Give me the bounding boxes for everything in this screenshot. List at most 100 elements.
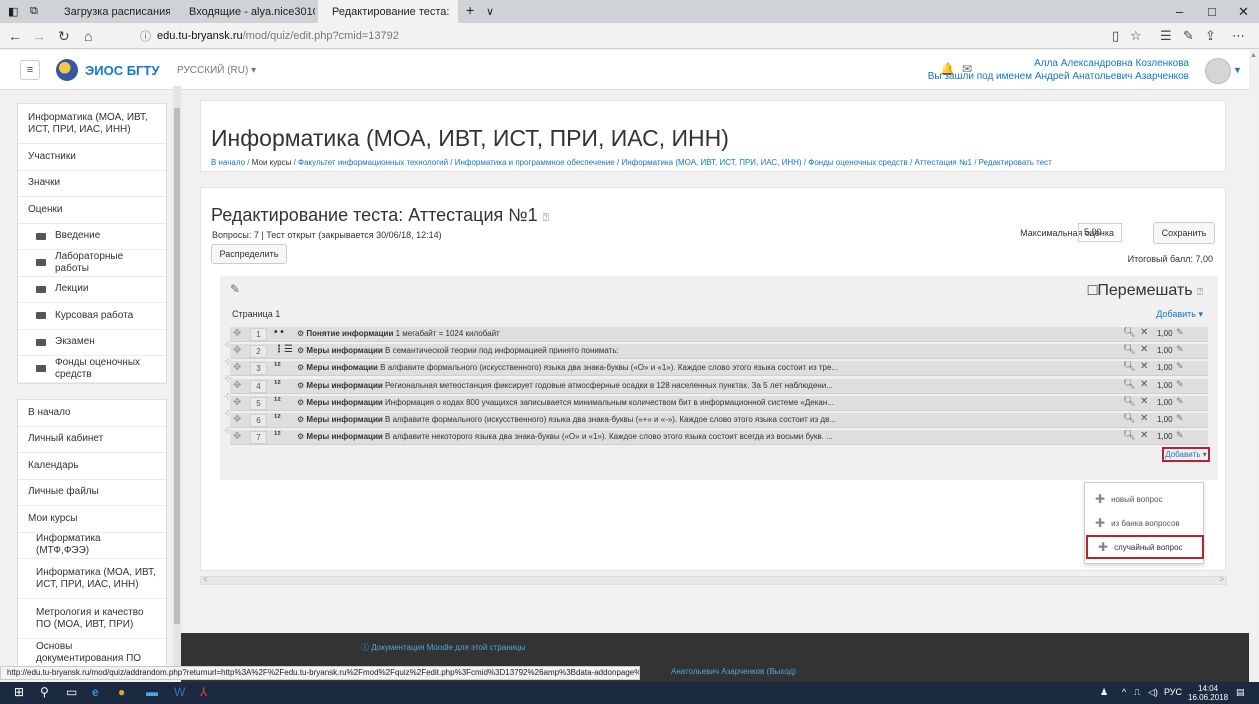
- help-icon[interactable]: ⍰: [543, 212, 550, 224]
- minimize-button[interactable]: –: [1176, 4, 1183, 19]
- shuffle-checkbox[interactable]: □Перемешать ⍰: [1088, 282, 1203, 300]
- move-handle-icon[interactable]: ✥: [233, 431, 241, 442]
- preview-icon[interactable]: 🔍︎: [1123, 379, 1136, 390]
- horizontal-scrollbar[interactable]: < >: [200, 575, 1227, 585]
- tab-list-button[interactable]: ∨: [486, 5, 494, 18]
- max-mark-value[interactable]: 1,00: [1157, 381, 1173, 390]
- max-mark-value[interactable]: 1,00: [1157, 398, 1173, 407]
- volume-icon[interactable]: ◁): [1148, 687, 1158, 698]
- sidebar-item[interactable]: Календарь: [18, 453, 166, 480]
- delete-icon[interactable]: ✕: [1140, 361, 1148, 372]
- menu-toggle-button[interactable]: ≡: [20, 60, 40, 80]
- edit-page-pencil-icon[interactable]: ✎: [230, 282, 240, 296]
- move-handle-icon[interactable]: ✥: [233, 414, 241, 425]
- favorites-hub-icon[interactable]: ☰: [1160, 28, 1172, 44]
- moodle-docs-link[interactable]: ⓘ Документация Moodle для этой страницы: [361, 642, 525, 653]
- delete-icon[interactable]: ✕: [1140, 413, 1148, 424]
- sidebar-item[interactable]: Значки: [18, 171, 166, 197]
- refresh-icon[interactable]: ↻: [58, 28, 70, 45]
- people-icon[interactable]: ♟: [1100, 687, 1108, 698]
- page-scrollbar[interactable]: ▲: [1249, 50, 1259, 682]
- add-random-question-item[interactable]: ✚ случайный вопрос: [1086, 535, 1204, 559]
- move-handle-icon[interactable]: ✥: [233, 380, 241, 391]
- delete-icon[interactable]: ✕: [1140, 327, 1148, 338]
- tab-preview-icon[interactable]: ⧉: [30, 5, 38, 18]
- question-text-link[interactable]: ⚙ Меры информации В алфавите формального…: [297, 415, 937, 424]
- tab-schedule[interactable]: Загрузка расписания: [50, 0, 170, 23]
- max-grade-input[interactable]: 5,00: [1078, 223, 1122, 242]
- repaginate-button[interactable]: Распределить: [211, 244, 287, 264]
- notes-pen-icon[interactable]: ✎: [1183, 28, 1194, 44]
- scroll-right-arrow-icon[interactable]: >: [1219, 575, 1224, 584]
- tab-close-icon[interactable]: ✕: [457, 5, 458, 19]
- url-field[interactable]: ⓘ edu.tu-bryansk.ru/mod/quiz/edit.php?cm…: [140, 27, 1040, 45]
- move-handle-icon[interactable]: ✥: [233, 328, 241, 339]
- scroll-left-arrow-icon[interactable]: <: [203, 575, 208, 584]
- preview-icon[interactable]: 🔍︎: [1123, 327, 1136, 338]
- edit-mark-pencil-icon[interactable]: ✎: [1176, 361, 1184, 372]
- move-handle-icon[interactable]: ✥: [233, 397, 241, 408]
- sidebar-item[interactable]: Личные файлы: [18, 480, 166, 506]
- word-icon[interactable]: W: [174, 685, 185, 699]
- move-handle-icon[interactable]: ✥: [233, 362, 241, 373]
- new-tab-button[interactable]: +: [466, 2, 474, 18]
- add-menu-link-bottom[interactable]: Добавить ▾: [1162, 447, 1210, 462]
- avatar[interactable]: [1205, 58, 1231, 84]
- max-mark-value[interactable]: 1,00: [1157, 363, 1173, 372]
- favorite-star-icon[interactable]: ☆: [1130, 28, 1142, 44]
- max-mark-value[interactable]: 1,00: [1157, 432, 1173, 441]
- preview-icon[interactable]: 🔍︎: [1123, 430, 1136, 441]
- sidebar-item[interactable]: Мои курсы: [18, 506, 166, 533]
- move-handle-icon[interactable]: ✥: [233, 345, 241, 356]
- sidebar-item[interactable]: Личный кабинет: [18, 427, 166, 453]
- close-window-button[interactable]: ✕: [1238, 4, 1249, 20]
- sidebar-item[interactable]: Курсовая работа: [18, 303, 166, 330]
- sidebar-scroll-thumb[interactable]: [174, 108, 180, 624]
- breadcrumb-home[interactable]: В начало: [211, 158, 245, 167]
- file-explorer-icon[interactable]: ▬: [146, 685, 158, 699]
- edit-mark-pencil-icon[interactable]: ✎: [1176, 327, 1184, 338]
- breadcrumb-faculty[interactable]: Факультет информационных технологий: [298, 158, 448, 167]
- reading-view-icon[interactable]: ▯: [1112, 28, 1119, 44]
- back-icon[interactable]: ←: [8, 28, 22, 44]
- sidebar-item[interactable]: Лабораторные работы: [18, 250, 166, 277]
- search-icon[interactable]: ⚲: [40, 685, 49, 699]
- logout-link[interactable]: Анатольевич Азарченков (Выход): [671, 667, 796, 676]
- sidebar-item[interactable]: Оценки: [18, 197, 166, 224]
- breadcrumb-quiz[interactable]: Аттестация №1: [914, 158, 972, 167]
- help-icon[interactable]: ⍰: [1197, 287, 1203, 298]
- forward-icon[interactable]: →: [32, 28, 46, 44]
- question-text-link[interactable]: ⚙ Меры инфомации В алфавите формального …: [297, 363, 937, 372]
- more-menu-icon[interactable]: ⋯: [1232, 28, 1245, 44]
- tab-mail[interactable]: Входящие - alya.nice3010@: [175, 0, 315, 23]
- question-text-link[interactable]: ⚙ Понятие информации 1 мегабайт = 1024 к…: [297, 329, 937, 338]
- sidebar-item[interactable]: Метрология и качество ПО (МОА, ИВТ, ПРИ): [18, 599, 166, 639]
- tab-set-aside-icon[interactable]: ◧: [8, 5, 18, 18]
- language-menu[interactable]: РУССКИЙ (RU) ▾: [177, 65, 256, 76]
- max-mark-value[interactable]: 1,00: [1157, 329, 1173, 338]
- breadcrumb-course[interactable]: Информатика (МОА, ИВТ, ИСТ, ПРИ, ИАС, ИН…: [621, 158, 801, 167]
- tray-chevron-icon[interactable]: ^: [1122, 687, 1126, 697]
- add-new-question-item[interactable]: ✚ новый вопрос: [1085, 487, 1205, 511]
- question-text-link[interactable]: ⚙ Меры информации В алфавите некоторого …: [297, 432, 937, 441]
- add-menu-link-top[interactable]: Добавить ▾: [1156, 309, 1203, 320]
- max-mark-value[interactable]: 1,00: [1157, 415, 1173, 424]
- edit-mark-pencil-icon[interactable]: ✎: [1176, 430, 1184, 441]
- user-info[interactable]: Алла Александровна Козленкова Вы зашли п…: [928, 57, 1189, 83]
- delete-icon[interactable]: ✕: [1140, 430, 1148, 441]
- add-from-bank-item[interactable]: ✚ из банка вопросов: [1085, 511, 1205, 535]
- preview-icon[interactable]: 🔍︎: [1123, 344, 1136, 355]
- breadcrumb-department[interactable]: Информатика и программное обеспечение: [455, 158, 615, 167]
- home-icon[interactable]: ⌂: [84, 28, 92, 44]
- preview-icon[interactable]: 🔍︎: [1123, 396, 1136, 407]
- edit-mark-pencil-icon[interactable]: ✎: [1176, 413, 1184, 424]
- tab-quiz-edit[interactable]: Редактирование теста: ✕: [318, 0, 458, 23]
- sidebar-item[interactable]: Экзамен: [18, 330, 166, 356]
- scroll-up-arrow-icon[interactable]: ▲: [1250, 52, 1257, 59]
- maximize-button[interactable]: □: [1208, 4, 1216, 19]
- save-button[interactable]: Сохранить: [1153, 222, 1215, 244]
- windows-start-icon[interactable]: ⊞: [14, 685, 24, 699]
- user-menu-caret-icon[interactable]: ▼: [1233, 65, 1242, 75]
- sidebar-item[interactable]: Информатика (МОА, ИВТ, ИСТ, ПРИ, ИАС, ИН…: [18, 559, 166, 599]
- preview-icon[interactable]: 🔍︎: [1123, 361, 1136, 372]
